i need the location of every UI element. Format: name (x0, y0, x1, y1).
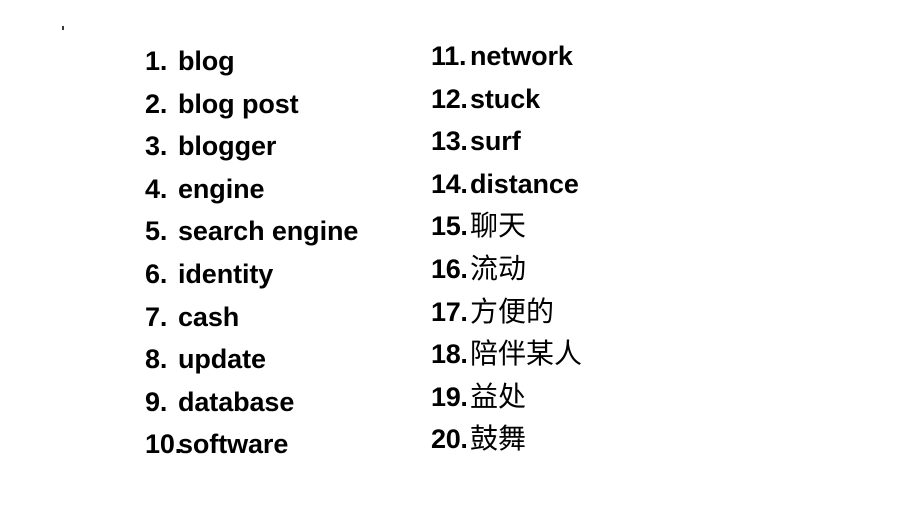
list-item-text: 方便的 (470, 294, 555, 328)
list-item: 3. blogger (145, 125, 415, 168)
list-item-text: 流动 (470, 251, 527, 285)
list-item: 11. network (431, 35, 731, 78)
list-item-number: 19. (431, 381, 468, 412)
list-item: 19. 益处 (431, 376, 731, 419)
list-item: 9. database (145, 381, 415, 424)
list-item: 15. 聊天 (431, 205, 731, 248)
list-item-text: 陪伴某人 (470, 337, 583, 371)
list-item-number: 5. (145, 216, 168, 247)
list-item-text: update (178, 344, 266, 375)
stray-dot-artifact (62, 26, 64, 30)
list-item-number: 20. (431, 424, 468, 455)
list-item-text: identity (178, 258, 274, 289)
list-item-number: 12. (431, 83, 468, 114)
list-item-number: 16. (431, 253, 468, 284)
list-item-number: 14. (431, 168, 468, 199)
list-item-number: 2. (145, 88, 168, 119)
list-item: 1. blog (145, 40, 415, 83)
list-item: 16. 流动 (431, 248, 731, 291)
list-item: 17. 方便的 (431, 291, 731, 334)
list-item-number: 6. (145, 258, 168, 289)
list-item-number: 4. (145, 173, 168, 204)
list-item: 12. stuck (431, 78, 731, 121)
list-item: 13. surf (431, 120, 731, 163)
list-item-text: 聊天 (470, 209, 527, 243)
list-item-number: 7. (145, 301, 168, 332)
list-item-number: 15. (431, 211, 468, 242)
vocabulary-list-right-column: 11. network 12. stuck 13. surf 14. dista… (431, 35, 731, 461)
list-item-number: 10. (145, 429, 182, 460)
list-item: 7. cash (145, 296, 415, 339)
list-item-text: blog (178, 46, 235, 76)
list-item-text: cash (178, 301, 240, 332)
list-item: 2. blog post (145, 83, 415, 126)
list-item-text: network (470, 41, 573, 71)
list-item-text: search engine (178, 216, 359, 247)
list-item-text: software (178, 429, 289, 460)
list-item-text: blogger (178, 131, 277, 162)
list-item-number: 1. (145, 46, 168, 76)
slide-canvas: 1. blog 2. blog post 3. blogger 4. engin… (0, 0, 920, 518)
list-item-text: engine (178, 173, 265, 204)
list-item-text: distance (470, 168, 579, 199)
list-item-number: 8. (145, 344, 168, 375)
list-item-text: 鼓舞 (470, 422, 527, 456)
list-item-text: 益处 (470, 379, 527, 413)
list-item: 5. search engine (145, 210, 415, 253)
list-item: 4. engine (145, 168, 415, 211)
list-item-text: database (178, 386, 295, 417)
list-item-number: 13. (431, 126, 468, 157)
list-item: 20. 鼓舞 (431, 418, 731, 461)
list-item-number: 3. (145, 131, 168, 162)
list-item-text: surf (470, 126, 521, 157)
list-item-text: stuck (470, 83, 541, 114)
list-item: 10. software (145, 423, 415, 466)
list-item-number: 17. (431, 296, 468, 327)
list-item: 18. 陪伴某人 (431, 333, 731, 376)
list-item: 6. identity (145, 253, 415, 296)
vocabulary-list-left-column: 1. blog 2. blog post 3. blogger 4. engin… (145, 40, 415, 466)
list-item-number: 11. (431, 41, 467, 71)
list-item: 14. distance (431, 163, 731, 206)
list-item-text: blog post (178, 88, 299, 119)
list-item-number: 18. (431, 339, 468, 370)
list-item-number: 9. (145, 386, 168, 417)
list-item: 8. update (145, 338, 415, 381)
